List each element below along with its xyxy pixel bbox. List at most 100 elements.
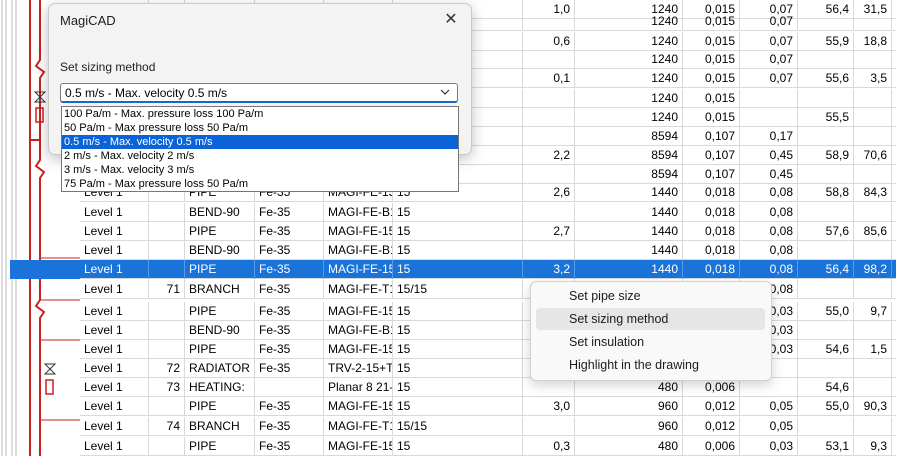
dropdown-option[interactable]: 75 Pa/m - Max pressure loss 50 Pa/m [62,177,458,191]
cell-velocity: 0,07 [740,12,798,31]
close-icon[interactable]: ✕ [440,9,462,31]
cell-pressure-loss: 18,8 [854,32,892,51]
cell-material: Fe-35 [255,397,324,416]
table-row[interactable]: Level 1 74 BRANCH Fe-35 MAGI-FE-T1 15/15 960 0,… [80,417,896,436]
combo-selected-value: 0.5 m/s - Max. velocity 0.5 m/s [65,86,228,100]
table-row[interactable]: Level 1 BEND-90 Fe-35 MAGI-FE-B1 15 0,03 [80,321,896,340]
cell-velocity: 0,08 [740,260,798,279]
cell-temperature: 53,1 [798,437,854,456]
cell-product: MAGI-FE-T1 [324,417,393,436]
cell-length [523,417,575,436]
cell-product: MAGI-FE-15 [324,222,393,241]
cell-level: Level 1 [80,321,149,340]
table-row-selected[interactable]: Level 1 PIPE Fe-35 MAGI-FE-15 15 3,2 1440 0,018… [80,260,896,279]
cell-temperature [798,203,854,222]
cell-q: 0,015 [683,50,740,69]
menu-item-set-pipe-size[interactable]: Set pipe size [536,285,765,307]
cell-level: Level 1 [80,340,149,359]
cell-level: Level 1 [80,417,149,436]
cell-material: Fe-35 [255,417,324,436]
cell-material: Fe-35 [255,321,324,340]
cell-size: 15/15 [393,417,523,436]
chevron-down-icon[interactable] [439,85,451,99]
cell-pressure-loss [854,127,892,146]
table-row[interactable]: Level 1 BEND-90 Fe-35 MAGI-FE-B1 15 1440 0,018… [80,241,896,260]
cell-q: 0,015 [683,12,740,31]
cell-product: MAGI-FE-15 [324,302,393,321]
cell-flow: 480 [575,437,683,456]
dropdown-option[interactable]: 0.5 m/s - Max. velocity 0.5 m/s [62,135,458,149]
table-row[interactable]: Level 1 PIPE Fe-35 MAGI-FE-15 15 2,7 1440 0,018… [80,222,896,241]
cell-velocity: 0,17 [740,127,798,146]
cell-flow: 8594 [575,165,683,184]
cell-q: 0,018 [683,241,740,260]
dropdown-option[interactable]: 2 m/s - Max. velocity 2 m/s [62,149,458,163]
cell-type: PIPE [185,302,255,321]
table-row[interactable]: Level 1 73 HEATING: Planar 8 21- 15 480 0,006 5… [80,378,896,397]
table-row[interactable]: Level 1 BEND-90 Fe-35 MAGI-FE-B1 15 1440 0,018… [80,203,896,222]
cell-velocity: 0,08 [740,241,798,260]
cell-q: 0,107 [683,165,740,184]
sizing-method-combobox[interactable]: 0.5 m/s - Max. velocity 0.5 m/s [60,83,458,103]
cell-type: BEND-90 [185,203,255,222]
cell-size: 15 [393,359,523,378]
cell-level: Level 1 [80,260,149,279]
table-row[interactable]: Level 1 PIPE Fe-35 MAGI-FE-15 15 0,03 55,0 9,7 [80,302,896,321]
cell-pressure-loss: 90,3 [854,397,892,416]
dropdown-option[interactable]: 50 Pa/m - Max pressure loss 50 Pa/m [62,121,458,135]
cell-temperature [798,280,854,299]
cell-type: PIPE [185,340,255,359]
cell-level: Level 1 [80,222,149,241]
cell-pressure-loss [854,280,892,299]
cell-temperature [798,359,854,378]
cell-velocity [740,89,798,108]
cell-type: BEND-90 [185,241,255,260]
table-row[interactable]: Level 1 72 RADIATOR Fe-35 TRV-2-15+T 15 [80,359,896,378]
sizing-method-label: Set sizing method [60,60,156,74]
menu-item-set-insulation[interactable]: Set insulation [536,331,765,353]
cell-pressure-loss [854,321,892,340]
cell-q: 0,015 [683,108,740,127]
cell-temperature: 55,6 [798,69,854,88]
table-row[interactable]: Level 1 71 BRANCH Fe-35 MAGI-FE-T1 15/15 0,08 [80,280,896,299]
cell-length: 3,0 [523,397,575,416]
menu-item-highlight-in-drawing[interactable]: Highlight in the drawing [536,354,765,376]
dropdown-option[interactable]: 100 Pa/m - Max. pressure loss 100 Pa/m [62,107,458,121]
cell-number [149,241,185,260]
cell-pressure-loss: 9,3 [854,437,892,456]
table-row[interactable]: Level 1 PIPE Fe-35 MAGI-FE-15 15 3,0 960 0,012 0… [80,397,896,416]
menu-item-set-sizing-method[interactable]: Set sizing method [536,308,765,330]
cell-number [149,437,185,456]
cell-velocity: 0,05 [740,417,798,436]
cell-temperature: 54,6 [798,378,854,397]
cell-product: MAGI-FE-T1 [324,280,393,299]
cell-size: 15 [393,397,523,416]
selected-row-highlight [10,260,80,279]
table-row[interactable]: Level 1 PIPE Fe-35 MAGI-FE-15 15 0,03 54,6 1,5 [80,340,896,359]
cell-number [149,222,185,241]
cell-temperature: 58,9 [798,146,854,165]
cell-flow: 960 [575,397,683,416]
cell-type: PIPE [185,437,255,456]
cell-flow: 1240 [575,50,683,69]
table-row[interactable]: Level 1 PIPE Fe-35 MAGI-FE-15 15 0,3 480 0,006 0… [80,437,896,456]
cell-q: 0,012 [683,417,740,436]
cell-product: MAGI-FE-15 [324,340,393,359]
dropdown-option[interactable]: 3 m/s - Max. velocity 3 m/s [62,163,458,177]
cell-velocity: 0,07 [740,50,798,69]
cell-q: 0,018 [683,222,740,241]
cell-temperature: 57,6 [798,222,854,241]
cell-number [149,340,185,359]
cell-product: Planar 8 21- [324,378,393,397]
cell-q: 0,015 [683,69,740,88]
cell-material: Fe-35 [255,280,324,299]
cell-level: Level 1 [80,280,149,299]
cell-velocity: 0,45 [740,165,798,184]
cell-size: 15 [393,340,523,359]
cell-pressure-loss [854,203,892,222]
cell-temperature: 55,0 [798,397,854,416]
cell-number [149,397,185,416]
cell-number [149,302,185,321]
cell-length: 2,2 [523,146,575,165]
cell-level: Level 1 [80,203,149,222]
